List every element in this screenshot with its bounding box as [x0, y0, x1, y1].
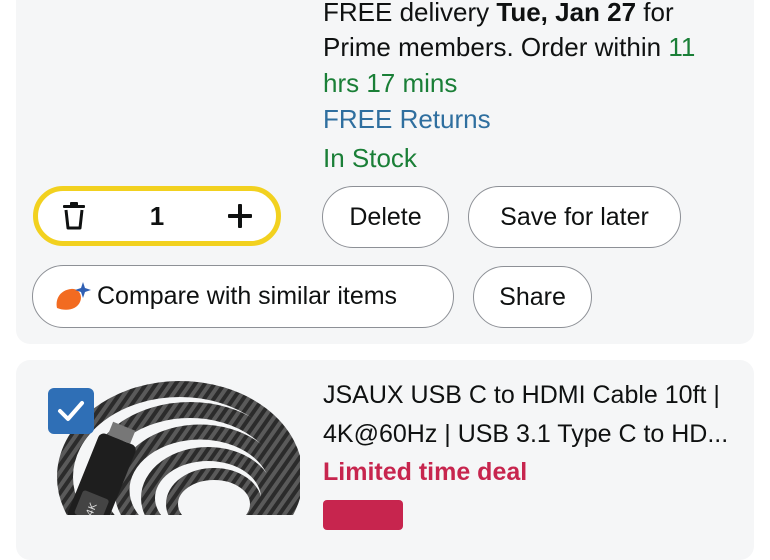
- delivery-line: FREE delivery Tue, Jan 27 for: [323, 0, 674, 30]
- product-title-line: 4K@60Hz | USB 3.1 Type C to HD...: [323, 420, 729, 448]
- checkmark-icon: [58, 401, 84, 421]
- prime-order-line: Prime members. Order within 11: [323, 29, 695, 65]
- free-returns-link[interactable]: FREE Returns: [323, 101, 491, 137]
- prime-text: Prime members. Order within: [323, 32, 669, 62]
- product-title-link[interactable]: JSAUX USB C to HDMI Cable 10ft | 4K@60Hz…: [323, 376, 733, 454]
- sparkle-compare-icon: [53, 280, 95, 314]
- stock-status: In Stock: [323, 143, 417, 173]
- trash-icon[interactable]: [56, 198, 92, 234]
- compare-similar-button[interactable]: Compare with similar items: [32, 265, 454, 328]
- compare-label: Compare with similar items: [97, 282, 398, 310]
- countdown-hours: 11: [668, 32, 696, 62]
- plus-icon[interactable]: [222, 198, 258, 234]
- delivery-prefix: FREE delivery: [323, 0, 497, 27]
- quantity-value: 1: [149, 200, 165, 231]
- countdown-line: hrs 17 mins: [323, 68, 458, 98]
- quantity-stepper[interactable]: 1: [33, 186, 281, 246]
- product-title-line: JSAUX USB C to HDMI Cable 10ft |: [323, 381, 720, 409]
- select-item-checkbox[interactable]: [48, 388, 94, 434]
- deal-badge: [323, 500, 403, 530]
- limited-time-deal-label: Limited time deal: [323, 458, 528, 486]
- save-for-later-button[interactable]: Save for later: [468, 186, 681, 248]
- delete-button[interactable]: Delete: [322, 186, 449, 248]
- share-button[interactable]: Share: [473, 266, 592, 328]
- delivery-suffix: for: [636, 0, 674, 27]
- delivery-date: Tue, Jan 27: [496, 0, 637, 27]
